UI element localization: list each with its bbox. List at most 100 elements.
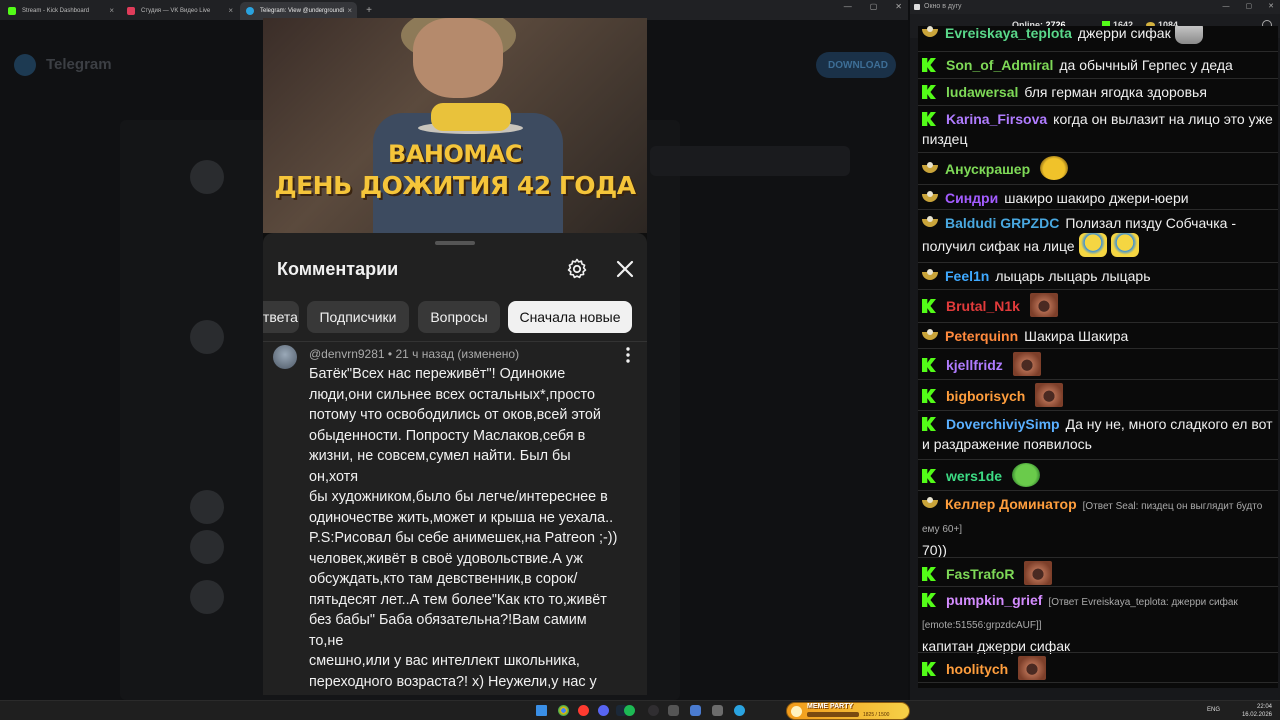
- video-title-line1: ВАНОМАС: [388, 140, 522, 168]
- chat-message-line: bigborisych: [918, 383, 1278, 407]
- chip-questions[interactable]: Вопросы: [418, 301, 500, 333]
- windows-start-icon[interactable]: [536, 705, 547, 716]
- window-controls: — ▢ ✕: [844, 2, 902, 11]
- avatar: [190, 320, 224, 354]
- chrome-icon[interactable]: [558, 705, 569, 716]
- media-player-icon[interactable]: [690, 705, 701, 716]
- chat-username[interactable]: FasTrafoR: [946, 566, 1014, 582]
- kick-platform-icon: [922, 567, 936, 581]
- vk-platform-icon: [922, 497, 938, 509]
- obs-icon[interactable]: [648, 705, 659, 716]
- comment-author-meta[interactable]: @denvrn9281 • 21 ч назад (изменено): [309, 347, 519, 361]
- vk-platform-icon: [922, 216, 938, 228]
- chat-username[interactable]: Baldudi GRPZDC: [945, 215, 1059, 231]
- chip-newest-first[interactable]: Сначала новые: [508, 301, 632, 333]
- app-icon[interactable]: [668, 705, 679, 716]
- chat-message-line: Brutal_N1k: [918, 293, 1278, 317]
- chat-divider: [918, 379, 1278, 380]
- close-comments-icon[interactable]: [613, 257, 637, 281]
- chat-divider: [918, 490, 1278, 491]
- chat-message: Синдри шакиро шакиро джери-юери: [918, 188, 1278, 208]
- tab-title: Telegram: View @undergroundi: [260, 8, 345, 14]
- language-indicator[interactable]: ENG: [1207, 707, 1220, 713]
- chat-username[interactable]: wers1de: [946, 468, 1002, 484]
- chat-username[interactable]: Karina_Firsova: [946, 111, 1047, 127]
- video-player[interactable]: ВАНОМАС ДЕНЬ ДОЖИТИЯ 42 ГОДА: [263, 18, 647, 233]
- chat-message-line: Baldudi GRPZDC Полизал пизду Собчачка - п…: [918, 213, 1278, 257]
- maximize-icon[interactable]: ▢: [1246, 0, 1253, 14]
- chat-username[interactable]: kjellfridz: [946, 357, 1003, 373]
- settings-gear-icon[interactable]: [565, 257, 589, 281]
- chat-divider: [918, 586, 1278, 587]
- meme-party-widget[interactable]: MEME PARTY 1825 / 1500: [786, 702, 910, 720]
- chat-username[interactable]: Анускрашер: [945, 161, 1030, 177]
- avatar: [190, 580, 224, 614]
- drag-handle[interactable]: [435, 241, 475, 245]
- discord-icon[interactable]: [598, 705, 609, 716]
- chat-username[interactable]: Келлер Доминатор: [945, 496, 1077, 512]
- yandex-icon[interactable]: [578, 705, 589, 716]
- chat-divider: [918, 557, 1278, 558]
- chat-username[interactable]: Синдри: [945, 190, 998, 206]
- chat-message: DoverchiviySimp Да ну не, много сладкого …: [918, 414, 1278, 454]
- chat-message-line: wers1de: [918, 463, 1278, 487]
- tab-close-icon[interactable]: ×: [109, 2, 114, 20]
- chat-username[interactable]: DoverchiviySimp: [946, 416, 1060, 432]
- kick-platform-icon: [922, 417, 936, 431]
- kick-platform-icon: [922, 389, 936, 403]
- meme-party-title: MEME PARTY: [807, 703, 854, 710]
- window-controls: — ▢ ✕: [1223, 0, 1275, 14]
- tab-close-icon[interactable]: ×: [228, 2, 233, 20]
- spotify-icon[interactable]: [624, 705, 635, 716]
- system-clock[interactable]: 22:04 16.02.2026: [1242, 703, 1272, 719]
- party-icon: [791, 706, 802, 717]
- more-vert-icon[interactable]: [620, 345, 636, 365]
- minimize-icon[interactable]: —: [1223, 0, 1230, 14]
- chat-divider: [918, 262, 1278, 263]
- chat-username[interactable]: ludawersal: [946, 84, 1018, 100]
- app-icon[interactable]: [712, 705, 723, 716]
- chat-message-text: бля герман ягодка здоровья: [1024, 84, 1207, 100]
- chat-message-line: Peterquinn Шакира Шакира: [918, 326, 1278, 346]
- chat-window-title: Окно в дугу: [924, 3, 962, 10]
- chat-divider: [918, 682, 1278, 683]
- close-window-icon[interactable]: ✕: [1268, 0, 1274, 14]
- avatar: [190, 530, 224, 564]
- chat-window: Окно в дугу — ▢ ✕ Online: 2726 1642 1084…: [910, 0, 1280, 700]
- chat-username[interactable]: Brutal_N1k: [946, 298, 1020, 314]
- emote-icon: [1174, 26, 1203, 44]
- chat-username[interactable]: Feel1n: [945, 268, 989, 284]
- maximize-icon[interactable]: ▢: [870, 2, 878, 11]
- chat-message: Baldudi GRPZDC Полизал пизду Собчачка - п…: [918, 213, 1278, 257]
- chip-replies[interactable]: Ответа: [263, 301, 299, 333]
- kick-platform-icon: [922, 299, 936, 313]
- chat-username[interactable]: Evreiskaya_teplota: [945, 26, 1072, 41]
- telegram-icon[interactable]: [734, 705, 745, 716]
- chat-username[interactable]: Son_of_Admiral: [946, 57, 1053, 73]
- chat-message: Келлер Доминатор [Ответ Seal: пиздец он в…: [918, 494, 1278, 560]
- chip-subscribers[interactable]: Подписчики: [307, 301, 409, 333]
- emote-icon: [1110, 233, 1139, 257]
- chat-message-text: джерри сифак: [1077, 26, 1171, 41]
- chat-message: pumpkin_grief [Ответ Evreiskaya_teplota: …: [918, 590, 1278, 656]
- chat-message: wers1de: [918, 463, 1278, 487]
- tab-vk-studio[interactable]: Студия — VK Видео Live ×: [121, 2, 238, 20]
- avatar[interactable]: [273, 345, 297, 369]
- avatar: [190, 160, 224, 194]
- chat-username[interactable]: bigborisych: [946, 388, 1025, 404]
- kick-platform-icon: [922, 593, 936, 607]
- emote-icon: [1012, 463, 1041, 487]
- chat-message-text: лыцарь лыцарь лыцарь: [995, 268, 1151, 284]
- chat-username[interactable]: pumpkin_grief: [946, 592, 1042, 608]
- close-window-icon[interactable]: ✕: [895, 2, 902, 11]
- telegram-favicon-icon: [246, 7, 254, 15]
- chat-username[interactable]: Peterquinn: [945, 328, 1018, 344]
- download-label: DOWNLOAD: [828, 60, 888, 71]
- chat-message-line: Feel1n лыцарь лыцарь лыцарь: [918, 266, 1278, 286]
- kick-platform-icon: [922, 112, 936, 126]
- minimize-icon[interactable]: —: [844, 2, 852, 11]
- telegram-logo-icon: [14, 54, 36, 76]
- chat-username[interactable]: hoolitych: [946, 661, 1008, 677]
- tab-kick-dashboard[interactable]: Stream - Kick Dashboard ×: [2, 2, 119, 20]
- chat-message: Brutal_N1k: [918, 293, 1278, 317]
